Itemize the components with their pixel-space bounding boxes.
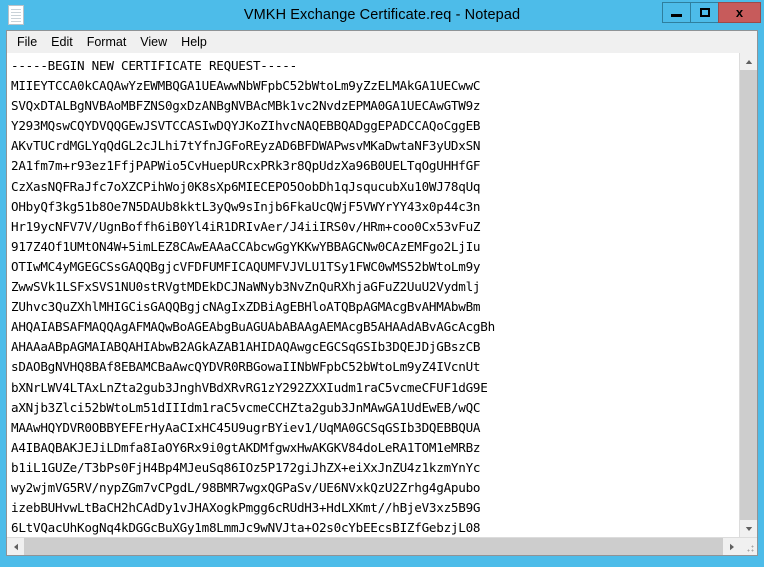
scroll-down-arrow-icon[interactable] [740, 520, 757, 537]
editor-row: -----BEGIN NEW CERTIFICATE REQUEST----- … [7, 53, 757, 537]
close-icon: x [735, 5, 744, 20]
menu-item-view[interactable]: View [133, 33, 174, 52]
maximize-button[interactable] [690, 2, 719, 23]
minimize-button[interactable] [662, 2, 691, 23]
notepad-document-icon [8, 5, 24, 25]
close-button[interactable]: x [718, 2, 761, 23]
horizontal-scroll-thumb[interactable] [24, 538, 723, 555]
menu-item-edit[interactable]: Edit [44, 33, 80, 52]
scroll-left-arrow-icon[interactable] [7, 538, 24, 555]
horizontal-scrollbar[interactable] [7, 537, 757, 555]
menu-bar: File Edit Format View Help [6, 30, 758, 53]
editor-area: -----BEGIN NEW CERTIFICATE REQUEST----- … [6, 53, 758, 556]
window-title: VMKH Exchange Certificate.req - Notepad [243, 7, 521, 23]
menu-item-help[interactable]: Help [174, 33, 214, 52]
maximize-icon [699, 8, 710, 17]
menu-item-file[interactable]: File [10, 33, 44, 52]
vertical-scroll-track[interactable] [740, 70, 757, 520]
horizontal-scroll-track[interactable] [24, 538, 723, 555]
window-bottom-edge [0, 556, 764, 567]
text-editor[interactable]: -----BEGIN NEW CERTIFICATE REQUEST----- … [7, 53, 739, 537]
title-bar[interactable]: VMKH Exchange Certificate.req - Notepad … [0, 0, 764, 30]
scroll-right-arrow-icon[interactable] [723, 538, 740, 555]
resize-grip[interactable] [740, 538, 757, 555]
vertical-scrollbar[interactable] [739, 53, 757, 537]
minimize-icon [671, 14, 682, 17]
notepad-window: VMKH Exchange Certificate.req - Notepad … [0, 0, 764, 567]
menu-item-format[interactable]: Format [80, 33, 134, 52]
scroll-up-arrow-icon[interactable] [740, 53, 757, 70]
caption-button-group: x [662, 2, 761, 23]
vertical-scroll-thumb[interactable] [740, 70, 757, 520]
